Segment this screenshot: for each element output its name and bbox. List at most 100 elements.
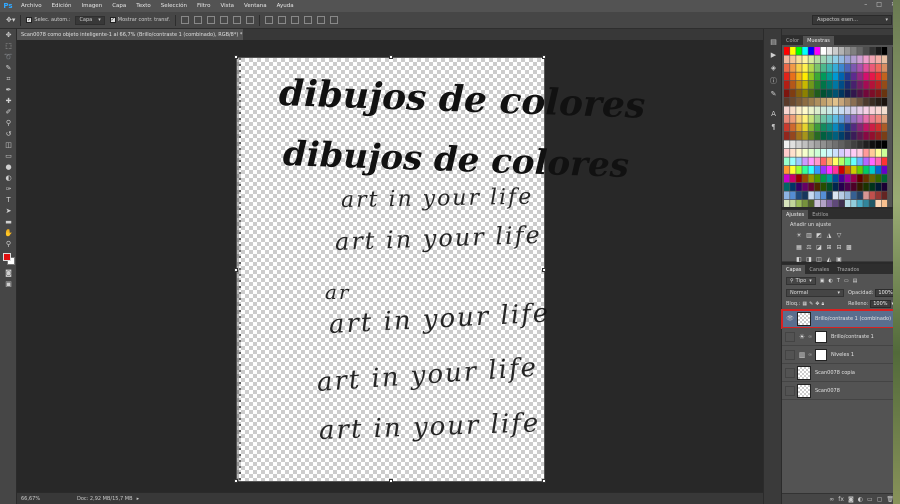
new-layer-icon[interactable]: ▢ — [877, 496, 883, 503]
menu-texto[interactable]: Texto — [131, 3, 156, 9]
filter-shape-icon[interactable]: ▭ — [844, 278, 849, 284]
swatch-cell[interactable] — [832, 115, 839, 123]
screen-mode-icon[interactable]: ▣ — [2, 279, 15, 289]
menu-archivo[interactable]: Archivo — [16, 3, 47, 9]
swatch-cell[interactable] — [857, 166, 863, 174]
swatch-cell[interactable] — [826, 106, 833, 115]
transform-handle-tr[interactable] — [542, 55, 546, 59]
swatch-cell[interactable] — [838, 115, 845, 123]
lock-move-icon[interactable]: ✥ — [815, 301, 819, 307]
swatch-cell[interactable] — [875, 174, 882, 183]
swatch-cell[interactable] — [784, 157, 790, 166]
swatch-cell[interactable] — [875, 89, 882, 98]
swatch-cell[interactable] — [845, 140, 851, 149]
swatch-cell[interactable] — [869, 64, 875, 72]
filter-adjustment-icon[interactable]: ◐ — [828, 278, 832, 284]
swatch-cell[interactable] — [802, 191, 808, 200]
visibility-toggle[interactable] — [785, 367, 795, 378]
swatch-cell[interactable] — [784, 115, 790, 123]
swatch-cell[interactable] — [784, 47, 790, 55]
paragraph-icon[interactable]: ¶ — [767, 122, 780, 132]
healing-brush-tool-icon[interactable]: ✚ — [2, 96, 15, 106]
swatch-cell[interactable] — [881, 166, 888, 174]
color-lookup-icon[interactable]: ▩ — [844, 243, 854, 252]
swatch-cell[interactable] — [851, 81, 857, 89]
align-bottom-icon[interactable] — [207, 16, 216, 24]
swatch-cell[interactable] — [784, 174, 790, 183]
swatch-cell[interactable] — [808, 157, 814, 166]
swatch-cell[interactable] — [826, 166, 833, 174]
menu-ventana[interactable]: Ventana — [239, 3, 272, 9]
menu-seleccion[interactable]: Selección — [156, 3, 192, 9]
swatch-cell[interactable] — [832, 89, 839, 98]
swatch-cell[interactable] — [875, 115, 882, 123]
swatch-cell[interactable] — [857, 157, 863, 166]
swatch-cell[interactable] — [857, 183, 863, 191]
align-center-icon[interactable] — [233, 16, 242, 24]
swatch-cell[interactable] — [814, 157, 821, 166]
menu-vista[interactable]: Vista — [215, 3, 239, 9]
swatch-cell[interactable] — [784, 64, 790, 72]
swatch-cell[interactable] — [875, 81, 882, 89]
swatch-cell[interactable] — [838, 157, 845, 166]
swatch-cell[interactable] — [838, 174, 845, 183]
photo-filter-icon[interactable]: ⊞ — [824, 243, 834, 252]
swatch-cell[interactable] — [857, 191, 863, 200]
swatch-cell[interactable] — [857, 132, 863, 140]
swatch-cell[interactable] — [808, 132, 814, 140]
swatch-cell[interactable] — [796, 140, 802, 149]
swatch-cell[interactable] — [869, 132, 875, 140]
swatch-cell[interactable] — [881, 81, 888, 89]
swatch-cell[interactable] — [863, 157, 869, 166]
swatch-cell[interactable] — [826, 140, 833, 149]
swatch-cell[interactable] — [869, 174, 875, 183]
swatch-cell[interactable] — [845, 55, 851, 64]
properties-icon[interactable]: ◈ — [767, 63, 780, 73]
swatch-cell[interactable] — [802, 115, 808, 123]
document-tab[interactable]: Scan0078 como objeto inteligente-1 al 66… — [17, 29, 243, 40]
swatch-cell[interactable] — [845, 149, 851, 157]
swatch-cell[interactable] — [857, 55, 863, 64]
swatch-cell[interactable] — [838, 106, 845, 115]
swatch-cell[interactable] — [851, 89, 857, 98]
visibility-toggle[interactable] — [785, 331, 795, 342]
swatch-cell[interactable] — [820, 64, 827, 72]
swatch-cell[interactable] — [832, 81, 839, 89]
swatch-cell[interactable] — [832, 64, 839, 72]
swatch-cell[interactable] — [851, 123, 857, 132]
menu-edicion[interactable]: Edición — [47, 3, 77, 9]
swatch-cell[interactable] — [790, 166, 796, 174]
path-select-tool-icon[interactable]: ➤ — [2, 206, 15, 216]
swatch-cell[interactable] — [814, 106, 821, 115]
swatch-cell[interactable] — [881, 191, 888, 200]
swatch-cell[interactable] — [784, 106, 790, 115]
curves-icon[interactable]: ◩ — [814, 231, 824, 240]
swatch-cell[interactable] — [796, 132, 802, 140]
swatch-cell[interactable] — [845, 166, 851, 174]
swatch-cell[interactable] — [790, 115, 796, 123]
swatch-cell[interactable] — [790, 98, 796, 106]
swatch-cell[interactable] — [814, 166, 821, 174]
swatch-cell[interactable] — [784, 183, 790, 191]
swatch-cell[interactable] — [875, 191, 882, 200]
marquee-tool-icon[interactable]: ⬚ — [2, 41, 15, 51]
brush-tool-icon[interactable]: ✐ — [2, 107, 15, 117]
swatch-cell[interactable] — [826, 174, 833, 183]
swatch-cell[interactable] — [863, 64, 869, 72]
chevron-right-icon[interactable]: ▸ — [137, 496, 140, 502]
swatch-cell[interactable] — [808, 106, 814, 115]
align-left-icon[interactable] — [220, 16, 229, 24]
filter-smart-icon[interactable]: ▤ — [853, 278, 858, 284]
lock-transparent-icon[interactable]: ▦ — [802, 301, 807, 307]
swatch-cell[interactable] — [796, 149, 802, 157]
swatch-cell[interactable] — [869, 191, 875, 200]
swatch-cell[interactable] — [790, 191, 796, 200]
swatch-cell[interactable] — [875, 157, 882, 166]
swatch-cell[interactable] — [869, 72, 875, 81]
swatch-cell[interactable] — [808, 166, 814, 174]
workspace-dropdown[interactable]: Aspectos esen... ▾ — [812, 15, 892, 25]
swatch-cell[interactable] — [790, 47, 796, 55]
swatch-cell[interactable] — [863, 166, 869, 174]
swatch-cell[interactable] — [796, 123, 802, 132]
swatch-cell[interactable] — [784, 191, 790, 200]
